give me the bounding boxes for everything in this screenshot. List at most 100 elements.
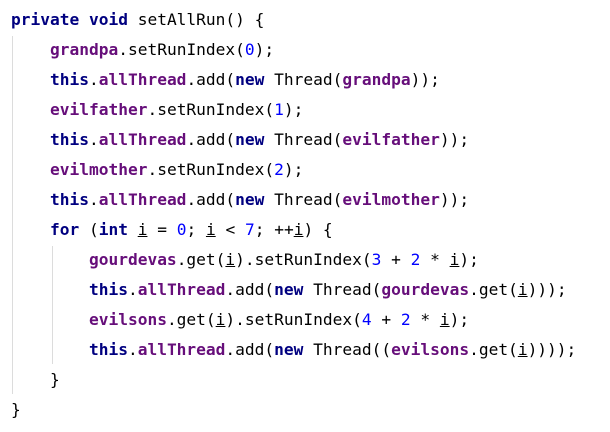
code-text: ; <box>186 220 206 239</box>
code-line[interactable]: this.allThread.add(new Thread(evilfather… <box>11 125 469 155</box>
code-text: . <box>88 130 99 149</box>
number-token: 1 <box>274 100 284 119</box>
variable-token: i <box>293 220 304 239</box>
variable-token: i <box>517 280 528 299</box>
code-line[interactable]: for (int i = 0; i < 7; ++i) { <box>11 215 333 245</box>
field-token: evilsons <box>88 310 167 329</box>
field-token: allThread <box>98 190 187 209</box>
code-text: .get( <box>176 250 226 269</box>
field-token: gourdevas <box>381 280 470 299</box>
code-text: .get( <box>469 340 518 359</box>
number-token: 3 <box>371 250 382 269</box>
code-text: ).setRunIndex( <box>235 250 372 269</box>
code-line[interactable]: this.allThread.add(new Thread(grandpa)); <box>11 65 440 95</box>
code-text: setAllRun() { <box>137 10 265 29</box>
code-text: )); <box>439 130 470 149</box>
field-token: grandpa <box>49 40 119 59</box>
code-text: Thread( <box>274 190 343 209</box>
number-token: 0 <box>244 40 255 59</box>
code-text: .setRunIndex( <box>147 100 275 119</box>
code-text: .add( <box>186 70 236 89</box>
code-line[interactable]: this.allThread.add(new Thread(evilmother… <box>11 185 469 215</box>
variable-token: i <box>205 220 216 239</box>
code-text: ); <box>254 40 275 59</box>
field-token: evilmother <box>342 190 440 209</box>
code-text: Thread( <box>274 130 343 149</box>
code-line[interactable]: this.allThread.add(new Thread(gourdevas.… <box>11 275 567 305</box>
code-text: } <box>11 400 21 419</box>
keyword-token: int <box>98 220 138 239</box>
code-text: ; ++ <box>254 220 294 239</box>
code-text: .add( <box>225 280 275 299</box>
code-line[interactable]: grandpa.setRunIndex(0); <box>11 35 274 65</box>
code-text: = <box>147 220 177 239</box>
code-text: .get( <box>469 280 518 299</box>
code-text: + <box>371 310 401 329</box>
keyword-token: this <box>49 190 89 209</box>
code-text: .add( <box>225 340 275 359</box>
number-token: 4 <box>361 310 372 329</box>
code-text: .add( <box>186 130 236 149</box>
code-text: . <box>88 190 99 209</box>
code-line[interactable]: gourdevas.get(i).setRunIndex(3 + 2 * i); <box>11 245 479 275</box>
code-text: * <box>420 250 450 269</box>
code-text: .setRunIndex( <box>147 160 275 179</box>
field-token: evilsons <box>391 340 470 359</box>
keyword-token: new <box>235 70 275 89</box>
code-text: Thread( <box>274 70 343 89</box>
keyword-token: private void <box>11 10 138 29</box>
code-line[interactable]: evilmother.setRunIndex(2); <box>11 155 303 185</box>
keyword-token: for <box>49 220 89 239</box>
code-text: * <box>410 310 440 329</box>
variable-token: i <box>137 220 148 239</box>
code-text: ); <box>459 250 479 269</box>
variable-token: i <box>439 310 450 329</box>
code-line[interactable]: } <box>11 395 21 425</box>
field-token: allThread <box>98 70 187 89</box>
field-token: evilfather <box>49 100 148 119</box>
code-line[interactable]: evilsons.get(i).setRunIndex(4 + 2 * i); <box>11 305 469 335</box>
code-text: . <box>88 70 99 89</box>
field-token: allThread <box>137 280 226 299</box>
code-text: .setRunIndex( <box>118 40 245 59</box>
variable-token: i <box>225 250 236 269</box>
code-text: Thread(( <box>313 340 392 359</box>
code-text: .get( <box>166 310 216 329</box>
number-token: 0 <box>176 220 187 239</box>
number-token: 2 <box>410 250 421 269</box>
field-token: grandpa <box>342 70 411 89</box>
variable-token: i <box>517 340 528 359</box>
field-token: evilfather <box>342 130 440 149</box>
variable-token: i <box>215 310 226 329</box>
keyword-token: this <box>88 340 128 359</box>
code-text: )); <box>439 190 470 209</box>
code-line[interactable]: } <box>11 365 60 395</box>
field-token: gourdevas <box>88 250 177 269</box>
code-line[interactable]: private void setAllRun() { <box>11 5 264 35</box>
code-text: ).setRunIndex( <box>225 310 362 329</box>
code-text: ); <box>283 100 304 119</box>
code-text: . <box>127 340 138 359</box>
number-token: 2 <box>274 160 284 179</box>
keyword-token: new <box>235 130 275 149</box>
code-text: ) { <box>303 220 333 239</box>
keyword-token: new <box>235 190 275 209</box>
code-text: ); <box>449 310 470 329</box>
code-line[interactable]: this.allThread.add(new Thread((evilsons.… <box>11 335 576 365</box>
field-token: allThread <box>98 130 187 149</box>
code-text: )); <box>410 70 440 89</box>
code-editor[interactable]: private void setAllRun() { grandpa.setRu… <box>0 0 610 432</box>
code-text: Thread( <box>313 280 382 299</box>
code-line[interactable]: evilfather.setRunIndex(1); <box>11 95 303 125</box>
